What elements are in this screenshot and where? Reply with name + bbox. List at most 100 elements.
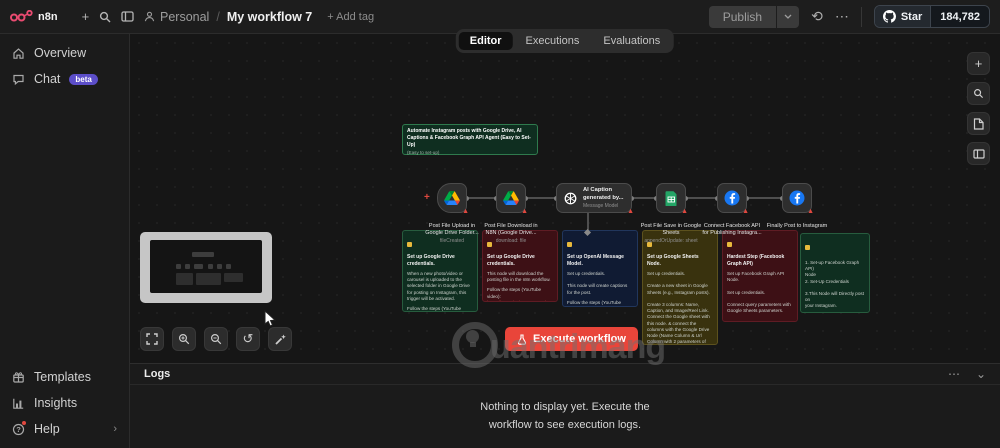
node-google-drive-trigger[interactable]: ▲ — [437, 183, 469, 215]
publish-dropdown-button[interactable] — [777, 5, 800, 28]
connection-line — [629, 195, 659, 201]
workflow-title[interactable]: My workflow 7 — [227, 10, 312, 24]
sidebar-item-help[interactable]: ? Help › — [0, 416, 129, 442]
publish-button[interactable]: Publish — [708, 5, 777, 28]
add-workflow-icon[interactable]: + — [82, 10, 90, 23]
tab-evaluations[interactable]: Evaluations — [592, 32, 671, 50]
logs-body: Nothing to display yet. Execute the work… — [130, 385, 1000, 448]
logs-more-icon[interactable]: ⋯ — [948, 367, 960, 381]
sticky-note-instagram-post[interactable]: 1. Set-up Facebook Graph API) Node 2. Se… — [800, 233, 870, 313]
tidy-up-icon — [274, 334, 286, 345]
zoom-out-button[interactable] — [204, 327, 228, 351]
node-post-to-instagram[interactable]: ▲ — [782, 183, 814, 215]
facebook-icon — [724, 190, 740, 206]
github-star-button[interactable]: Star — [874, 6, 931, 27]
wave-emoji — [727, 242, 732, 247]
node-google-drive-download[interactable]: ▲ — [496, 183, 528, 215]
zoom-in-button[interactable] — [172, 327, 196, 351]
connection-line — [464, 195, 499, 201]
view-tabs: Editor Executions Evaluations — [455, 29, 675, 53]
search-icon[interactable] — [99, 11, 111, 23]
sidebar-item-chat[interactable]: Chat beta — [0, 66, 129, 92]
beta-badge: beta — [69, 73, 98, 85]
history-icon[interactable]: ⟲ — [811, 8, 823, 25]
github-star-count[interactable]: 184,782 — [930, 6, 989, 27]
warning-icon: ▲ — [627, 208, 634, 215]
node-facebook-api[interactable]: ▲ — [717, 183, 749, 215]
add-tag-button[interactable]: + Add tag — [327, 11, 374, 23]
chat-icon — [13, 74, 24, 85]
logs-empty-message: Nothing to display yet. Execute the work… — [480, 401, 650, 431]
breadcrumb-project[interactable]: Personal — [144, 10, 209, 24]
breadcrumb-separator: / — [216, 9, 220, 24]
logs-header[interactable]: Logs ⋯ ⌄ — [130, 364, 1000, 385]
app-name: n8n — [38, 10, 58, 23]
search-icon — [974, 89, 984, 99]
logs-panel: Logs ⋯ ⌄ Nothing to display yet. Execute… — [130, 363, 1000, 448]
warning-icon: ▲ — [681, 208, 688, 215]
svg-text:?: ? — [16, 425, 21, 434]
zoom-out-icon — [210, 333, 222, 345]
divider — [860, 6, 862, 27]
trigger-plus-icon[interactable]: + — [424, 192, 430, 203]
chevron-down-icon — [784, 14, 792, 19]
title-note-text: Automate Instagram posts with Google Dri… — [407, 128, 531, 148]
wave-emoji — [567, 242, 572, 247]
sidebar-item-templates[interactable]: Templates — [0, 364, 129, 390]
google-sheets-icon — [665, 190, 677, 206]
google-drive-icon — [503, 191, 519, 205]
fit-view-icon — [146, 333, 158, 345]
sticky-note-openai[interactable]: Set up OpenAI Message Model. Set up cred… — [562, 230, 638, 307]
canvas-controls: ↺ — [140, 327, 292, 351]
logs-collapse-icon[interactable]: ⌄ — [976, 367, 986, 381]
fit-view-button[interactable] — [140, 327, 164, 351]
sidebar-item-insights[interactable]: Insights — [0, 390, 129, 416]
topbar-left: n8n + — [0, 10, 134, 23]
canvas-minimap[interactable] — [140, 232, 272, 303]
logs-title: Logs — [144, 368, 171, 380]
github-icon — [882, 10, 896, 23]
connection-line — [523, 195, 559, 201]
workflow-canvas[interactable]: Editor Executions Evaluations + Automate… — [130, 29, 1000, 363]
more-options-icon[interactable]: ⋯ — [835, 8, 849, 25]
n8n-app: n8n + Personal / My workflow 7 + Add tag… — [0, 0, 1000, 448]
layout-panel-button[interactable] — [967, 142, 990, 165]
youtube-link[interactable]: https://youtu.be/L3NUp2XF_h0?si=KAjIYYE2… — [487, 300, 553, 301]
tab-executions[interactable]: Executions — [515, 32, 591, 50]
node-label: Finally Post to Instagram — [766, 223, 828, 230]
flask-icon — [517, 333, 527, 345]
wave-emoji — [805, 245, 810, 250]
sticky-note-facebook-api[interactable]: Hardest Step (Facebook Graph API) Set up… — [722, 230, 798, 322]
add-sticky-note-button[interactable] — [967, 112, 990, 135]
canvas-toolbar: + — [967, 52, 990, 165]
insights-icon — [13, 398, 24, 409]
connection-line — [744, 195, 785, 201]
facebook-icon — [789, 190, 805, 206]
zoom-in-icon — [178, 333, 190, 345]
warning-icon: ▲ — [807, 208, 814, 215]
sidebar: Overview Chat beta Templates Insights ? … — [0, 34, 130, 448]
templates-icon — [13, 371, 24, 383]
node-openai-message-model[interactable]: AI Caption generated by... Message Model… — [556, 183, 634, 215]
workflow-title-note[interactable]: Automate Instagram posts with Google Dri… — [402, 124, 538, 155]
note-icon — [973, 117, 984, 130]
n8n-logo[interactable]: n8n — [10, 10, 58, 23]
tab-editor[interactable]: Editor — [458, 32, 513, 50]
title-note-subtitle: (Easy to set-up) — [407, 150, 440, 156]
n8n-logo-icon — [10, 10, 33, 22]
openai-icon — [564, 192, 577, 204]
canvas-search-button[interactable] — [967, 82, 990, 105]
tidy-up-button[interactable] — [268, 327, 292, 351]
github-star-widget: Star 184,782 — [873, 5, 990, 28]
node-google-sheets[interactable]: ▲ — [656, 183, 688, 215]
add-node-button[interactable]: + — [967, 52, 990, 75]
breadcrumb: Personal / My workflow 7 + Add tag — [130, 10, 374, 24]
warning-icon: ▲ — [742, 208, 749, 215]
home-icon — [13, 47, 24, 59]
sidebar-item-overview[interactable]: Overview — [0, 40, 129, 66]
execute-workflow-button[interactable]: Execute workflow — [505, 327, 638, 351]
topbar-right: Publish ⟲ ⋯ Star 184,782 — [708, 5, 1000, 28]
chevron-right-icon: › — [113, 423, 117, 435]
undo-button[interactable]: ↺ — [236, 327, 260, 351]
